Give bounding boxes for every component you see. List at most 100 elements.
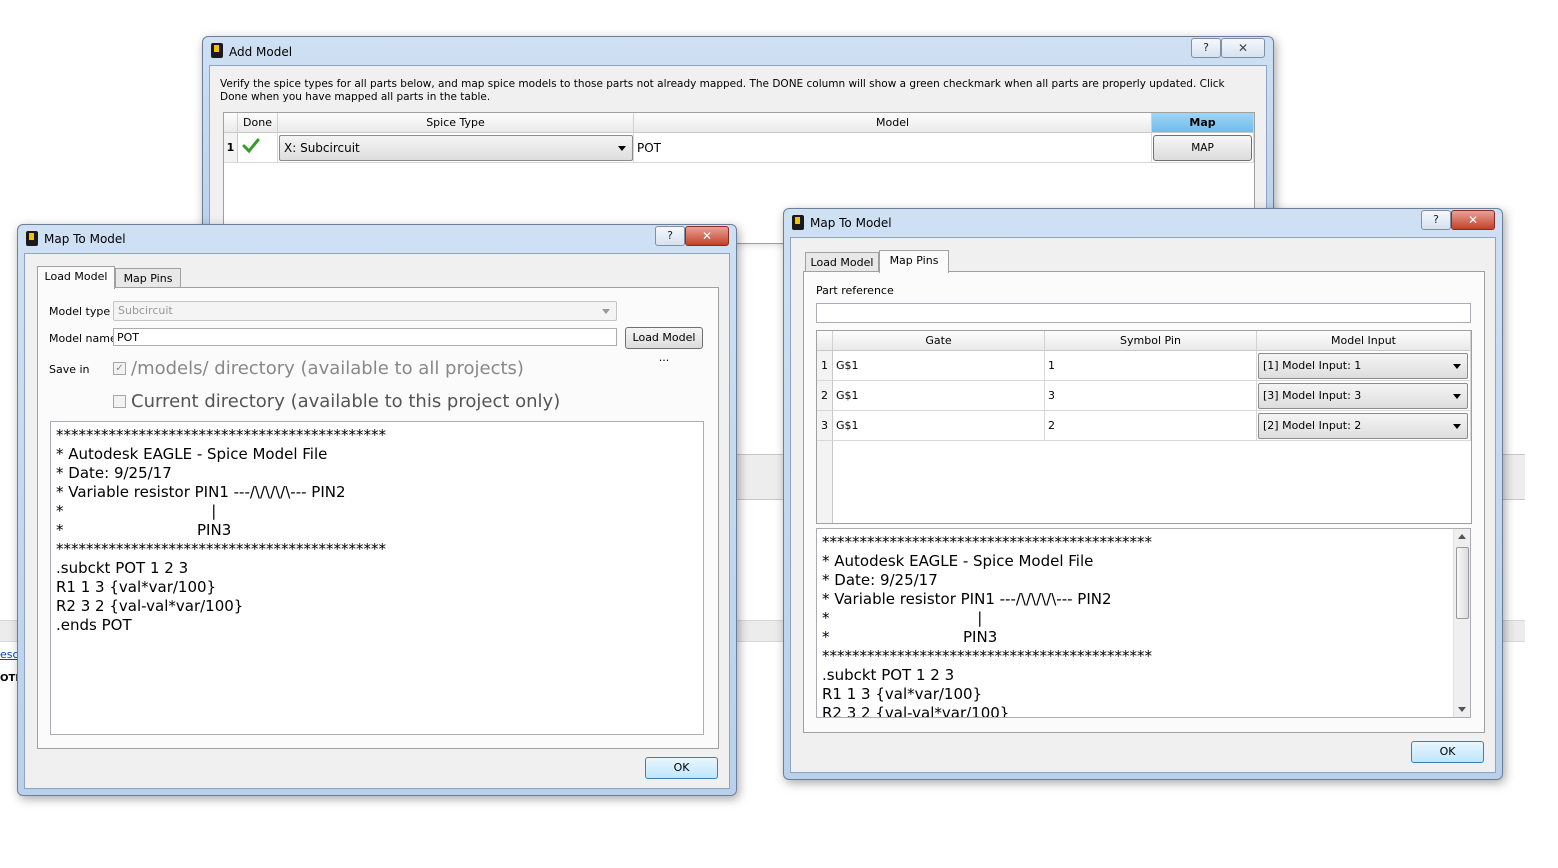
row-number: 1 [224,133,238,163]
spice-line: ****************************************… [56,540,386,558]
help-button[interactable]: ? [655,226,685,246]
model-input-dropdown[interactable]: [2] Model Input: 2 [1258,413,1468,439]
model-type-label: Model type [49,305,111,318]
spice-line: .ends POT [56,616,132,634]
spice-model-text[interactable]: ****************************************… [816,528,1471,718]
spice-line: .subckt POT 1 2 3 [56,559,189,577]
spice-line: R1 1 3 {val*var/100} [56,578,217,596]
spice-model-text[interactable]: ****************************************… [50,421,704,735]
close-button[interactable]: ✕ [1221,38,1265,58]
map-to-model-window-left: Map To Model ? ✕ Load Model Map Pins Mod… [17,224,737,796]
row-header-filler [817,441,833,523]
map-pins-pane: Part reference Gate Symbol Pin Model Inp… [803,271,1485,733]
app-icon [211,43,223,58]
models-directory-checkbox[interactable]: ✓ [113,362,126,375]
spice-line: * Date: 9/25/17 [56,464,172,482]
symbol-pin-cell: 2 [1045,411,1257,441]
help-button[interactable]: ? [1191,38,1221,58]
background-link-fragment[interactable]: esc [0,648,19,661]
help-button[interactable]: ? [1421,210,1451,230]
map-left-body: Load Model Map Pins Model type Subcircui… [24,253,730,789]
spice-line: * PIN3 [56,521,232,539]
close-button[interactable]: ✕ [685,226,729,246]
gate-cell: G$1 [833,351,1045,381]
spice-line: * PIN3 [822,628,998,646]
spice-line: * | [56,502,217,520]
spice-line: ****************************************… [822,533,1152,551]
spice-type-cell: X: Subcircuit [278,133,634,163]
symbol-pin-cell: 1 [1045,351,1257,381]
col-header-map: Map [1152,113,1254,133]
window-title: Add Model [229,45,293,59]
spice-line: * Date: 9/25/17 [822,571,938,589]
chevron-down-icon [602,309,610,314]
col-header-rownum [817,331,833,351]
scroll-up-icon[interactable] [1458,534,1466,539]
gate-cell: G$1 [833,411,1045,441]
map-button[interactable]: MAP [1153,135,1252,161]
chevron-down-icon [1453,424,1461,429]
spice-line: * Autodesk EAGLE - Spice Model File [56,445,328,463]
col-header-symbol-pin: Symbol Pin [1045,331,1257,351]
scroll-down-icon[interactable] [1458,707,1466,712]
current-directory-checkbox[interactable] [113,395,126,408]
save-in-label: Save in [49,363,90,376]
spice-line: ****************************************… [822,647,1152,665]
col-header-gate: Gate [833,331,1045,351]
row-number: 1 [817,351,833,381]
model-type-dropdown[interactable]: Subcircuit [113,301,617,321]
row-number: 3 [817,411,833,441]
col-header-model: Model [634,113,1152,133]
scroll-thumb[interactable] [1456,547,1469,619]
spice-type-dropdown[interactable]: X: Subcircuit [279,135,633,161]
model-input-cell: [3] Model Input: 3 [1257,381,1471,411]
load-model-button[interactable]: Load Model ... [625,327,703,364]
spice-type-value: X: Subcircuit [284,141,360,155]
ok-button[interactable]: OK [645,757,718,779]
chevron-down-icon [1453,394,1461,399]
part-reference-label: Part reference [816,284,894,297]
map-cell: MAP [1152,133,1254,163]
load-model-pane: Model type Subcircuit Model name POT Loa… [37,287,719,749]
col-header-model-input: Model Input [1257,331,1471,351]
checkmark-icon [242,138,260,154]
ok-button[interactable]: OK [1411,741,1484,763]
window-title: Map To Model [44,232,126,246]
tab-load-model[interactable]: Load Model [805,252,879,273]
row-number: 2 [817,381,833,411]
spice-line: * Variable resistor PIN1 ---/\/\/\/\--- … [822,590,1112,608]
spice-line: R2 3 2 {val-val*var/100} [56,597,244,615]
spice-line: R2 3 2 {val-val*var/100} [822,704,1010,718]
tab-map-pins[interactable]: Map Pins [879,250,949,273]
model-input-dropdown[interactable]: [3] Model Input: 3 [1258,383,1468,409]
model-input-dropdown[interactable]: [1] Model Input: 1 [1258,353,1468,379]
gate-cell: G$1 [833,381,1045,411]
model-input-cell: [1] Model Input: 1 [1257,351,1471,381]
model-input-value: [1] Model Input: 1 [1263,359,1362,372]
model-name-label: Model name [49,332,117,345]
window-title: Map To Model [810,216,892,230]
models-directory-label: /models/ directory (available to all pro… [131,358,524,379]
app-icon [792,215,804,230]
tab-load-model[interactable]: Load Model [37,266,115,289]
col-header-done: Done [238,113,278,133]
spice-line: * Autodesk EAGLE - Spice Model File [822,552,1094,570]
spice-line: * Variable resistor PIN1 ---/\/\/\/\--- … [56,483,346,501]
model-name-field[interactable]: POT [113,328,617,346]
vertical-scrollbar[interactable] [1453,529,1470,717]
model-input-value: [2] Model Input: 2 [1263,419,1362,432]
close-button[interactable]: ✕ [1451,210,1495,230]
spice-line: .subckt POT 1 2 3 [822,666,955,684]
part-reference-field[interactable] [816,303,1471,323]
app-icon [26,231,38,246]
model-input-value: [3] Model Input: 3 [1263,389,1362,402]
chevron-down-icon [618,146,626,151]
done-cell [238,133,278,163]
spice-line: ****************************************… [56,426,386,444]
symbol-pin-cell: 3 [1045,381,1257,411]
col-header-spice-type: Spice Type [278,113,634,133]
model-type-value: Subcircuit [118,304,173,317]
model-input-cell: [2] Model Input: 2 [1257,411,1471,441]
tab-map-pins[interactable]: Map Pins [115,268,181,289]
col-header-rownum [224,113,238,133]
